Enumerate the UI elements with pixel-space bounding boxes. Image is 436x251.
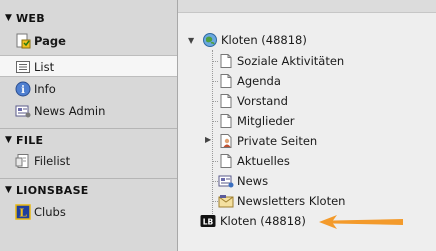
group-title: WEB	[16, 12, 45, 25]
tree-node-page[interactable]: Agenda	[218, 72, 418, 90]
tree-node-label: Soziale Aktivitäten	[237, 54, 345, 68]
module-label: Page	[34, 34, 66, 48]
group-lionsbase-header[interactable]: ▼ LIONSBASE	[0, 184, 177, 200]
page-icon	[218, 153, 234, 169]
tree-node-label: Aktuelles	[237, 154, 290, 168]
news-admin-icon	[15, 103, 31, 119]
tree-node-page[interactable]: Mitglieder	[218, 112, 418, 130]
tree-line	[212, 50, 213, 214]
collapse-triangle-icon[interactable]: ▼	[5, 13, 12, 23]
tree-node-label: Newsletters Kloten	[237, 194, 346, 208]
tree-node-page[interactable]: Vorstand	[218, 92, 418, 110]
module-menu: ▼ WEB Page List i Info News Admin ▼ FILE…	[0, 0, 178, 251]
newsletter-folder-icon	[218, 193, 234, 209]
expand-toggle-icon[interactable]: ▶	[205, 135, 211, 144]
collapse-triangle-icon[interactable]: ▼	[5, 135, 12, 145]
module-item-news-admin[interactable]: News Admin	[0, 100, 177, 122]
tree-node-news[interactable]: News	[218, 172, 418, 190]
svg-text:L: L	[19, 207, 27, 220]
collapse-triangle-icon[interactable]: ▼	[5, 185, 12, 195]
svg-text:LB: LB	[203, 218, 214, 227]
tree-node-page[interactable]: Soziale Aktivitäten	[218, 52, 418, 70]
module-item-info[interactable]: i Info	[0, 78, 177, 100]
module-item-list[interactable]: List	[0, 55, 177, 77]
tree-node-label: Agenda	[237, 74, 281, 88]
svg-text:i: i	[21, 85, 25, 96]
module-label: Filelist	[34, 154, 71, 168]
group-title: LIONSBASE	[16, 184, 89, 197]
tree-node-label: Private Seiten	[237, 134, 318, 148]
module-item-clubs[interactable]: L Clubs	[0, 201, 177, 223]
module-item-page[interactable]: Page	[0, 30, 177, 52]
module-label: News Admin	[34, 104, 106, 118]
group-file-header[interactable]: ▼ FILE	[0, 134, 177, 150]
page-user-icon	[218, 133, 234, 149]
docheader-bar	[178, 0, 436, 13]
group-divider	[0, 178, 177, 179]
tree-node-label: News	[237, 174, 269, 188]
expand-toggle-icon[interactable]: ▼	[188, 36, 194, 45]
list-module-icon	[15, 59, 31, 75]
page-icon	[218, 73, 234, 89]
lionsbase-logo-icon: L	[15, 204, 31, 220]
group-web-header[interactable]: ▼ WEB	[0, 12, 177, 28]
module-label: Clubs	[34, 205, 66, 219]
group-divider	[0, 128, 177, 129]
page-icon	[218, 113, 234, 129]
module-label: List	[34, 60, 55, 74]
globe-site-icon	[202, 32, 218, 48]
filelist-icon	[15, 153, 31, 169]
tree-node-label: Mitglieder	[237, 114, 295, 128]
tree-node-label: Vorstand	[237, 94, 288, 108]
annotation-arrow-icon	[319, 215, 403, 229]
page-module-icon	[15, 33, 31, 49]
module-item-filelist[interactable]: Filelist	[0, 150, 177, 172]
tree-node-page[interactable]: Private Seiten	[218, 132, 418, 150]
tree-node-newsletter[interactable]: Newsletters Kloten	[218, 192, 418, 210]
group-title: FILE	[16, 134, 44, 147]
module-label: Info	[34, 82, 56, 96]
news-folder-icon	[218, 173, 234, 189]
page-icon	[218, 93, 234, 109]
page-icon	[218, 53, 234, 69]
tree-node-page[interactable]: Aktuelles	[218, 152, 418, 170]
tree-node-label: Kloten (48818)	[221, 33, 307, 47]
tree-node-root[interactable]: Kloten (48818)	[202, 31, 402, 49]
info-icon: i	[15, 81, 31, 97]
tree-node-label: Kloten (48818)	[220, 214, 306, 228]
lionsbase-record-icon: LB	[200, 213, 216, 229]
